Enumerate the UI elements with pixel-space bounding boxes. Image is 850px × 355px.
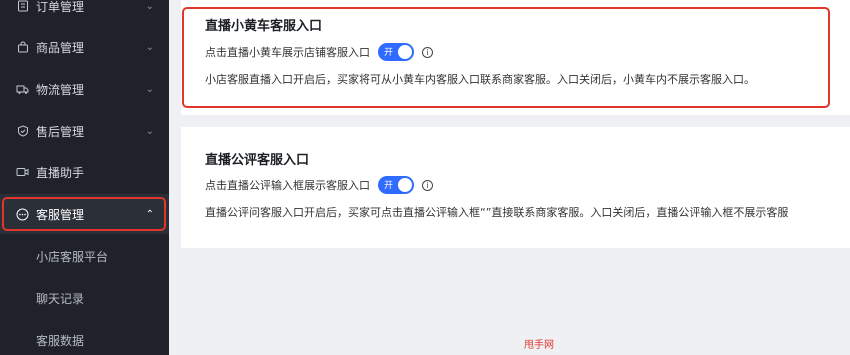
sidebar-item-live-assistant[interactable]: 直播助手 [0,152,169,192]
sidebar-item-label: 商品管理 [36,40,85,55]
settings-card-comment: 直播公评客服入口 点击直播公评输入框展示客服入口 开 i 直播公评问客服入口开启… [181,127,850,248]
order-icon [16,0,29,13]
camera-icon [16,166,29,179]
sidebar-item-logistics[interactable]: 物流管理 ⌄ [0,69,169,109]
main-content: 直播小黄车客服入口 点击直播小黄车展示店铺客服入口 开 i 小店客服直播入口开启… [169,0,850,355]
sidebar-subitem-label: 小店客服平台 [36,249,109,264]
sidebar-item-products[interactable]: 商品管理 ⌄ [0,27,169,67]
bag-icon [16,41,29,54]
sidebar-item-orders[interactable]: 订单管理 ⌄ [0,0,169,26]
chevron-down-icon: ⌄ [145,41,154,53]
sidebar-subitem-chat-history[interactable]: 聊天记录 [0,278,169,318]
sidebar-subitem-cs-data[interactable]: 客服数据 [0,320,169,355]
sidebar-item-label: 订单管理 [36,0,85,14]
chevron-down-icon: ⌄ [145,125,154,137]
highlight-box [2,197,166,231]
sidebar-item-label: 物流管理 [36,82,85,97]
highlight-box [182,7,830,108]
section-description: 直播公评问客服入口开启后，买家可点击直播公评输入框“”直接联系商家客服。入口关闭… [205,206,789,219]
sidebar-item-label: 售后管理 [36,124,85,139]
toggle-row: 点击直播公评输入框展示客服入口 开 i [205,176,433,194]
sidebar-subitem-label: 客服数据 [36,333,85,348]
toggle-label: 点击直播公评输入框展示客服入口 [205,179,370,192]
toggle-knob [398,178,412,192]
section-title: 直播公评客服入口 [205,153,310,168]
sidebar: 订单管理 ⌄ 商品管理 ⌄ 物流管理 ⌄ 售后管理 ⌄ 直播助手 客服管理 ⌃ … [0,0,169,355]
info-icon[interactable]: i [422,179,433,191]
watermark: 甩手网 [524,340,554,351]
chevron-down-icon: ⌄ [145,83,154,95]
chevron-down-icon: ⌄ [145,0,154,12]
sidebar-subitem-store-cs-platform[interactable]: 小店客服平台 [0,236,169,276]
sidebar-item-label: 直播助手 [36,165,85,180]
truck-icon [16,83,29,96]
shield-icon [16,125,29,138]
sidebar-item-aftersales[interactable]: 售后管理 ⌄ [0,111,169,151]
sidebar-subitem-label: 聊天记录 [36,291,85,306]
toggle-state-text: 开 [384,181,394,191]
comment-cs-toggle[interactable]: 开 [378,176,414,194]
